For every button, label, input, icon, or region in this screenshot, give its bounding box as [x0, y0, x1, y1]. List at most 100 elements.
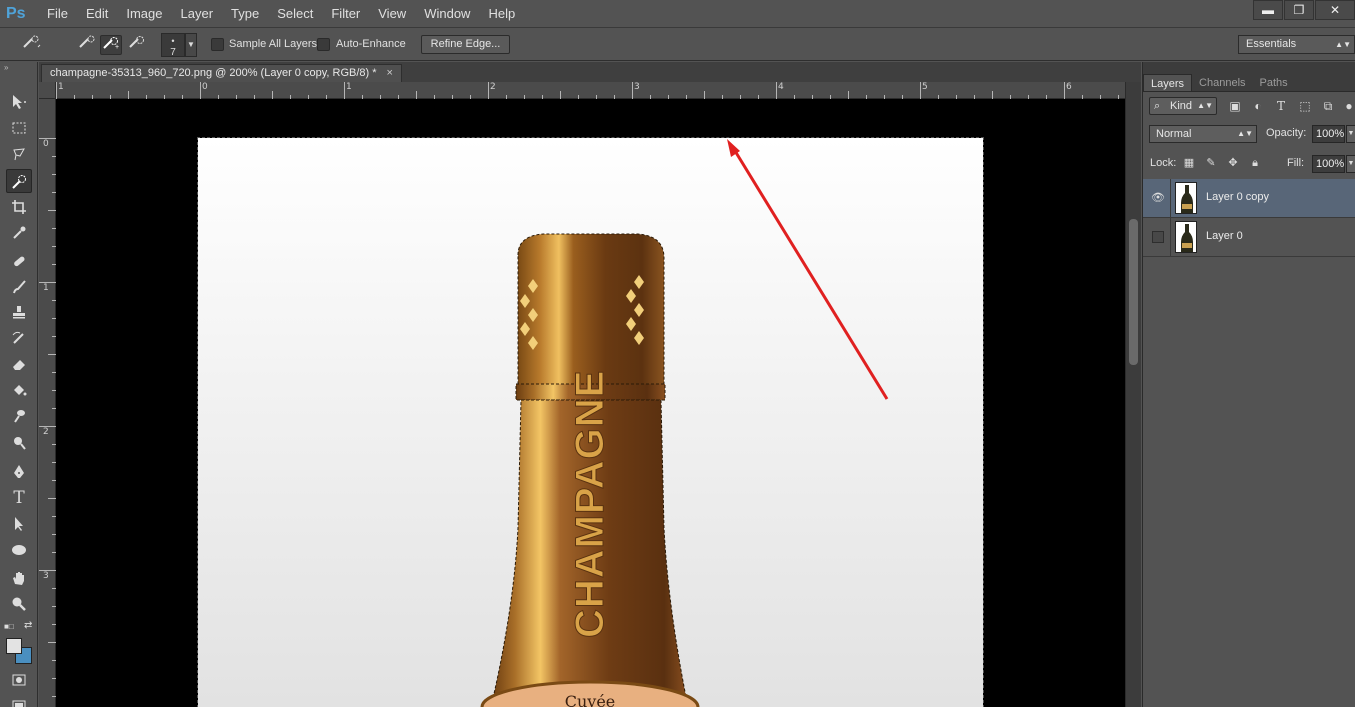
menu-layer[interactable]: Layer: [172, 0, 223, 28]
quick-mask-icon[interactable]: [6, 668, 32, 692]
ruler-horizontal[interactable]: 1 0 1 2 3 4 5 6: [39, 82, 1125, 99]
screen-mode-icon[interactable]: [6, 694, 32, 707]
ruler-h-label: 2: [490, 82, 496, 92]
pixel-filter-icon[interactable]: ▣: [1227, 99, 1243, 113]
close-button[interactable]: ✕: [1315, 0, 1355, 20]
auto-enhance-checkbox[interactable]: [317, 38, 330, 51]
menu-image[interactable]: Image: [117, 0, 171, 28]
menu-type[interactable]: Type: [222, 0, 268, 28]
ruler-tick: [344, 82, 345, 99]
lasso-tool-icon[interactable]: [6, 142, 32, 166]
vertical-scrollbar[interactable]: [1125, 82, 1141, 707]
tool-preset-picker[interactable]: [20, 35, 42, 55]
document-tab-title: champagne-35313_960_720.png @ 200% (Laye…: [50, 67, 377, 79]
tab-paths[interactable]: Paths: [1253, 74, 1295, 91]
smart-object-filter-icon[interactable]: ⧉: [1320, 99, 1336, 113]
history-brush-tool-icon[interactable]: [6, 326, 32, 350]
menu-select[interactable]: Select: [268, 0, 322, 28]
ruler-tick: [488, 82, 489, 99]
ellipse-tool-icon[interactable]: [6, 538, 32, 562]
lock-all-icon[interactable]: 🔒︎: [1248, 156, 1262, 170]
fill-dropdown-arrow[interactable]: ▼: [1346, 155, 1355, 173]
tab-channels[interactable]: Channels: [1192, 74, 1252, 91]
blend-mode-select[interactable]: Normal ▲▼: [1149, 125, 1257, 143]
dodge-tool-icon[interactable]: [6, 431, 32, 455]
sample-all-layers-label: Sample All Layers: [229, 38, 318, 50]
menu-filter[interactable]: Filter: [322, 0, 369, 28]
pen-tool-icon[interactable]: [6, 460, 32, 484]
hand-tool-icon[interactable]: [6, 566, 32, 590]
healing-brush-tool-icon[interactable]: [6, 249, 32, 273]
ruler-vertical[interactable]: 0 1 2 3: [39, 99, 56, 707]
menu-window[interactable]: Window: [415, 0, 479, 28]
panel-tabs: Layers Channels Paths: [1143, 74, 1355, 92]
type-tool-icon[interactable]: T: [6, 486, 32, 510]
lock-image-pixels-icon[interactable]: ✎: [1204, 156, 1218, 170]
layer-name[interactable]: Layer 0 copy: [1206, 191, 1269, 203]
opacity-input[interactable]: 100%: [1312, 125, 1345, 143]
ruler-tick: [200, 82, 201, 99]
close-tab-icon[interactable]: ×: [387, 65, 393, 82]
restore-button[interactable]: ❐: [1284, 0, 1314, 20]
subtract-from-selection-icon[interactable]: [126, 35, 148, 55]
kind-filter-select[interactable]: ⌕ Kind ▲▼: [1149, 97, 1217, 115]
path-selection-tool-icon[interactable]: [6, 512, 32, 536]
menu-edit[interactable]: Edit: [77, 0, 117, 28]
workspace-select[interactable]: Essentials ▲▼: [1238, 35, 1355, 54]
ruler-tick: [48, 354, 56, 355]
tab-layers[interactable]: Layers: [1143, 74, 1193, 91]
opacity-label: Opacity:: [1266, 127, 1307, 139]
blend-mode-value: Normal: [1156, 128, 1192, 140]
filter-toggle-icon[interactable]: ●: [1341, 99, 1355, 113]
opacity-dropdown-arrow[interactable]: ▼: [1346, 125, 1355, 143]
layer-name[interactable]: Layer 0: [1206, 230, 1243, 242]
lock-transparent-pixels-icon[interactable]: ▦: [1182, 156, 1196, 170]
default-colors-icon[interactable]: ■□: [4, 622, 14, 631]
add-to-selection-icon[interactable]: +: [100, 35, 122, 55]
eraser-tool-icon[interactable]: [6, 352, 32, 376]
move-tool-icon[interactable]: [6, 90, 32, 114]
ruler-tick: [704, 91, 705, 99]
marquee-tool-icon[interactable]: [6, 116, 32, 140]
ruler-h-label: 1: [58, 82, 64, 92]
eyedropper-tool-icon[interactable]: [6, 221, 32, 245]
minimize-button[interactable]: ▬: [1253, 0, 1283, 20]
menu-file[interactable]: File: [38, 0, 77, 28]
brush-dropdown-arrow[interactable]: ▼: [185, 33, 197, 57]
adjustment-filter-icon[interactable]: ◐: [1250, 99, 1266, 113]
ruler-h-label: 1: [346, 82, 352, 92]
document-tab[interactable]: champagne-35313_960_720.png @ 200% (Laye…: [41, 64, 402, 82]
layer-row-layer-0-copy[interactable]: 👁︎ Layer 0 copy: [1143, 179, 1355, 218]
zoom-tool-icon[interactable]: [6, 592, 32, 616]
ruler-tick: [128, 91, 129, 99]
type-filter-icon[interactable]: T: [1273, 99, 1289, 113]
ruler-origin[interactable]: [39, 82, 56, 99]
fill-input[interactable]: 100%: [1312, 155, 1345, 173]
menu-help[interactable]: Help: [479, 0, 524, 28]
menu-view[interactable]: View: [369, 0, 415, 28]
scrollbar-thumb[interactable]: [1129, 219, 1138, 365]
brush-tool-icon[interactable]: [6, 275, 32, 299]
panel-collapse-grip[interactable]: »: [0, 62, 37, 74]
sample-all-layers-checkbox[interactable]: [211, 38, 224, 51]
paint-bucket-tool-icon[interactable]: [6, 378, 32, 402]
panel-header-grip[interactable]: [1143, 62, 1355, 74]
quick-selection-tool-icon[interactable]: [6, 169, 32, 193]
layer-row-layer-0[interactable]: Layer 0: [1143, 218, 1355, 257]
brush-size-picker[interactable]: • 7: [161, 33, 185, 58]
visibility-toggle-off[interactable]: [1152, 231, 1164, 243]
smudge-tool-icon[interactable]: [6, 404, 32, 428]
clone-stamp-tool-icon[interactable]: [6, 300, 32, 324]
lock-position-icon[interactable]: ✥: [1226, 156, 1240, 170]
shape-filter-icon[interactable]: ⬚: [1297, 99, 1313, 113]
swap-colors-icon[interactable]: ⇄: [24, 620, 32, 631]
crop-tool-icon[interactable]: [6, 195, 32, 219]
visibility-eye-icon[interactable]: 👁︎: [1151, 191, 1165, 205]
layer-row-divider: [1170, 179, 1171, 218]
refine-edge-button[interactable]: Refine Edge...: [421, 35, 510, 54]
ruler-tick: [48, 642, 56, 643]
ruler-tick: [632, 82, 633, 99]
document-canvas[interactable]: CHAMPAGNE Cuvée: [56, 99, 1125, 707]
foreground-color-swatch[interactable]: [6, 638, 22, 654]
new-selection-icon[interactable]: [76, 35, 98, 55]
